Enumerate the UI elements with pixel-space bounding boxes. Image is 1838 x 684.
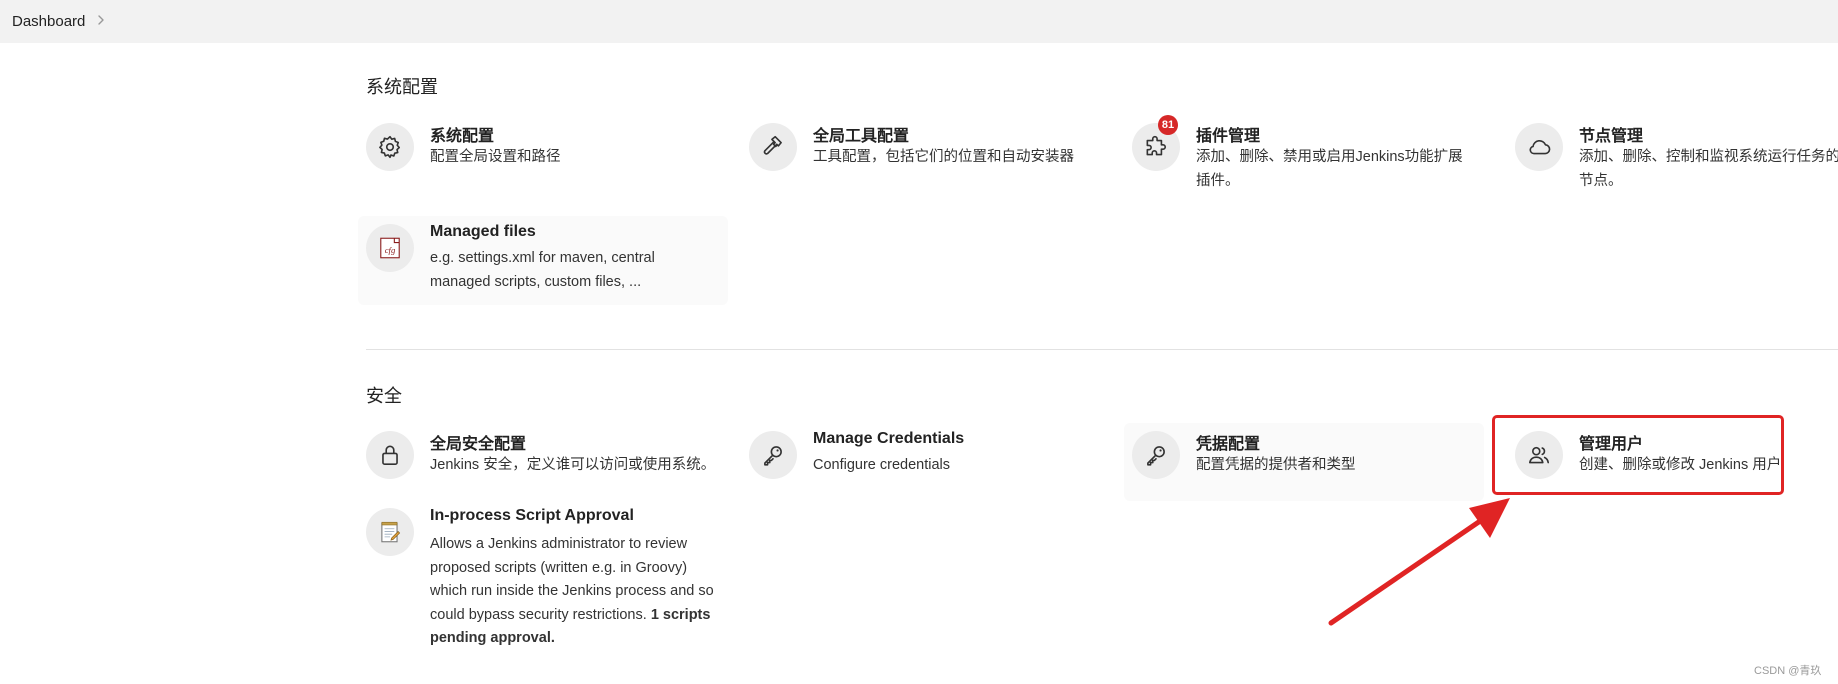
card-title: In-process Script Approval <box>430 507 634 524</box>
gear-icon <box>366 123 414 171</box>
card-node-manager[interactable]: 节点管理 添加、删除、控制和监视系统运行任务的节点。 <box>1507 115 1838 199</box>
highlight-box <box>1492 415 1784 495</box>
annotation-arrow <box>1328 498 1510 626</box>
card-description: e.g. settings.xml for maven, central man… <box>430 250 655 290</box>
hammer-icon <box>749 123 797 171</box>
card-description: Jenkins 安全，定义谁可以访问或使用系统。 <box>430 457 716 473</box>
watermark: CSDN @青玖 <box>1754 665 1822 677</box>
card-credential-config[interactable]: 凭据配置 配置凭据的提供者和类型 <box>1124 423 1484 501</box>
card-managed-files[interactable]: cfg Managed files e.g. settings.xml for … <box>358 216 728 305</box>
card-plugin-manager[interactable]: 81 插件管理 添加、删除、禁用或启用Jenkins功能扩展插件。 <box>1124 115 1484 199</box>
cloud-icon <box>1515 123 1563 171</box>
svg-text:cfg: cfg <box>385 245 396 255</box>
card-system-config[interactable]: 系统配置 配置全局设置和路径 <box>358 115 718 193</box>
update-count-badge: 81 <box>1158 115 1178 135</box>
card-title: 系统配置 <box>430 128 495 145</box>
card-title: 凭据配置 <box>1196 436 1261 453</box>
card-description: 配置凭据的提供者和类型 <box>1196 457 1356 473</box>
card-title: 全局安全配置 <box>430 436 527 453</box>
key-icon <box>1132 431 1180 479</box>
card-title: 全局工具配置 <box>813 128 910 145</box>
breadcrumb-dashboard[interactable]: Dashboard <box>12 13 85 30</box>
section-title-system: 系统配置 <box>366 77 438 97</box>
cfg-file-icon: cfg <box>366 224 414 272</box>
card-script-approval[interactable]: In-process Script Approval Allows a Jenk… <box>358 500 728 650</box>
card-global-tool-config[interactable]: 全局工具配置 工具配置，包括它们的位置和自动安装器 <box>741 115 1101 193</box>
card-title: 插件管理 <box>1196 128 1261 145</box>
section-divider <box>366 349 1838 350</box>
chevron-right-icon[interactable] <box>92 11 110 29</box>
card-description: Allows a Jenkins administrator to review… <box>430 533 715 651</box>
card-title: Manage Credentials <box>813 430 965 447</box>
lock-icon <box>366 431 414 479</box>
notepad-icon <box>366 508 414 556</box>
key-icon <box>749 431 797 479</box>
card-description: Configure credentials <box>813 457 951 473</box>
card-description: 配置全局设置和路径 <box>430 149 561 165</box>
card-description: 添加、删除、控制和监视系统运行任务的节点。 <box>1579 149 1838 189</box>
card-title: Managed files <box>430 223 536 240</box>
card-global-security[interactable]: 全局安全配置 Jenkins 安全，定义谁可以访问或使用系统。 <box>358 423 718 501</box>
breadcrumb-bar: Dashboard <box>0 0 1838 43</box>
card-manage-credentials[interactable]: Manage Credentials Configure credentials <box>741 423 1101 501</box>
card-description: 工具配置，包括它们的位置和自动安装器 <box>813 149 1074 165</box>
section-title-security: 安全 <box>366 386 402 406</box>
card-title: 节点管理 <box>1579 128 1644 145</box>
card-description: 添加、删除、禁用或启用Jenkins功能扩展插件。 <box>1196 149 1463 189</box>
